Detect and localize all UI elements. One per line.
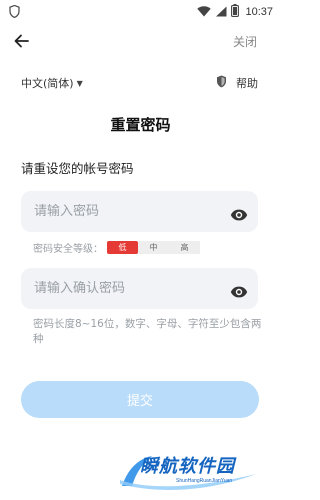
page-title: 重置密码 bbox=[110, 116, 171, 134]
confirm-password-field bbox=[21, 268, 258, 309]
signal-icon bbox=[215, 2, 227, 21]
eye-toggle-icon[interactable] bbox=[230, 206, 248, 220]
status-time: 10:37 bbox=[245, 5, 273, 18]
watermark-subtitle: ShunHangRuanJianYuan bbox=[176, 478, 233, 484]
wifi-icon bbox=[197, 2, 212, 21]
back-arrow-icon[interactable] bbox=[12, 31, 32, 51]
top-bar: 关闭 bbox=[0, 28, 281, 54]
close-button[interactable]: 关闭 bbox=[233, 33, 257, 50]
strength-level-high: 高 bbox=[169, 241, 200, 254]
strength-label: 密码安全等级： bbox=[33, 244, 103, 255]
password-strength: 密码安全等级： 低 中 高 bbox=[33, 240, 200, 255]
confirm-password-input[interactable] bbox=[34, 281, 230, 296]
help-label: 帮助 bbox=[236, 77, 258, 90]
battery-icon bbox=[231, 2, 240, 21]
shield-status-icon bbox=[9, 3, 20, 22]
strength-level-medium: 中 bbox=[138, 241, 169, 254]
watermark-title: 瞬航软件园 bbox=[140, 456, 235, 477]
language-selector[interactable]: 中文(简体) ▼ bbox=[21, 75, 83, 91]
password-hint: 密码长度8~16位，数字、字母、字符至少包含两种 bbox=[33, 318, 262, 345]
eye-toggle-icon[interactable] bbox=[230, 283, 248, 297]
strength-levels: 低 中 高 bbox=[107, 241, 200, 254]
language-label: 中文(简体) bbox=[21, 77, 74, 90]
watermark-logo: 瞬航软件园 ShunHangRuanJianYuan bbox=[118, 450, 258, 492]
password-input[interactable] bbox=[34, 204, 230, 219]
page-subtitle: 请重设您的帐号密码 bbox=[21, 161, 134, 176]
shield-help-icon bbox=[216, 75, 227, 91]
caret-down-icon: ▼ bbox=[76, 78, 83, 88]
password-field bbox=[21, 191, 258, 232]
status-bar: 10:37 bbox=[0, 0, 281, 20]
strength-level-low: 低 bbox=[107, 241, 138, 254]
help-button[interactable]: 帮助 bbox=[216, 75, 258, 91]
submit-button[interactable]: 提交 bbox=[21, 381, 259, 418]
